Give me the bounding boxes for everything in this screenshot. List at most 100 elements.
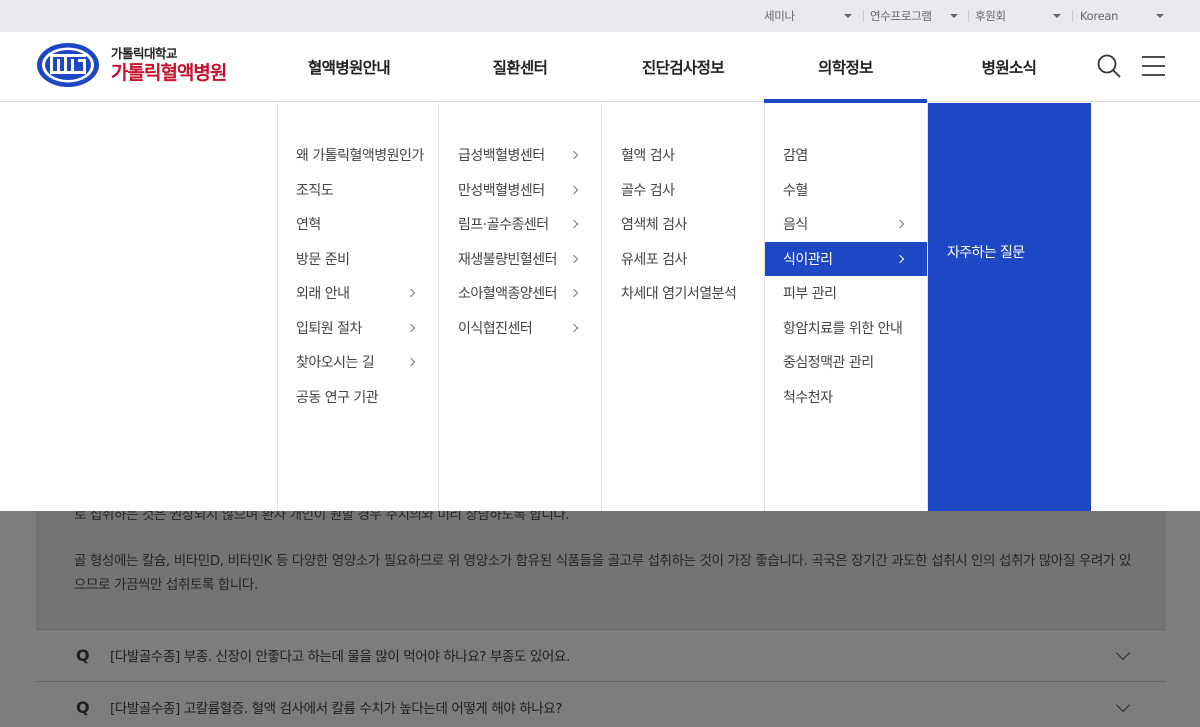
- menu-item[interactable]: 급성백혈병센터: [440, 138, 601, 173]
- faq-item[interactable]: Q [다발골수종] 고칼륨혈증. 혈액 검사에서 칼륨 수치가 높다는데 어떻게…: [36, 681, 1166, 727]
- menu-item[interactable]: 차세대 염기서열분석: [603, 276, 764, 311]
- menu-item-label: 척수천자: [783, 389, 833, 406]
- menu-item[interactable]: 식이관리: [765, 241, 927, 276]
- menu-column-hospital-info: 왜 가톨릭혈액병원인가조직도연혁방문 준비외래 안내입퇴원 절차찾아오시는 길공…: [277, 103, 439, 511]
- menu-item[interactable]: 연혁: [278, 207, 438, 242]
- menu-item-label: 외래 안내: [296, 286, 350, 303]
- utility-bar: 세미나 연수프로그램 후원회 Korean: [0, 0, 1200, 32]
- mega-menu: 왜 가톨릭혈액병원인가조직도연혁방문 준비외래 안내입퇴원 절차찾아오시는 길공…: [0, 103, 1200, 511]
- seminar-select[interactable]: 세미나: [764, 0, 858, 32]
- gnb-disease-center[interactable]: 질환센터: [465, 32, 575, 102]
- menu-item[interactable]: 림프·골수종센터: [440, 207, 601, 242]
- menu-item[interactable]: 왜 가톨릭혈액병원인가: [278, 138, 438, 173]
- chevron-right-icon: [569, 254, 579, 263]
- submenu-panel: 자주하는 질문: [928, 103, 1091, 511]
- emblem-icon: [36, 42, 100, 88]
- chevron-right-icon: [569, 219, 579, 229]
- chevron-right-icon: [895, 254, 905, 263]
- menu-item[interactable]: 피부 관리: [765, 276, 927, 311]
- menu-item-label: 입퇴원 절차: [296, 320, 362, 337]
- menu-item[interactable]: 척수천자: [765, 380, 927, 415]
- faq-answer: 로 섭취하는 것은 권장되지 않으며 환자 개인이 원할 경우 주치의와 미리 …: [36, 507, 1166, 629]
- menu-icon[interactable]: [1140, 52, 1168, 80]
- menu-item-label: 중심정맥관 관리: [783, 355, 874, 372]
- menu-item[interactable]: 음식: [765, 207, 927, 242]
- menu-item-label: 찾아오시는 길: [296, 355, 375, 372]
- menu-item[interactable]: 재생불량빈혈센터: [440, 242, 601, 277]
- faq-question: [다발골수종] 부종. 신장이 안좋다고 하는데 물을 많이 먹어야 하나요? …: [110, 649, 570, 665]
- menu-item-label: 수혈: [783, 182, 808, 199]
- menu-item-label: 항암치료를 위한 안내: [783, 320, 903, 337]
- menu-item[interactable]: 염색체 검사: [603, 207, 764, 242]
- menu-item-label: 유세포 검사: [621, 251, 687, 268]
- gnb-hospital-info[interactable]: 혈액병원안내: [294, 32, 404, 102]
- faq-question: [다발골수종] 고칼륨혈증. 혈액 검사에서 칼륨 수치가 높다는데 어떻게 해…: [110, 701, 563, 717]
- hospital-logo[interactable]: 가톨릭대학교 가톨릭혈액병원: [36, 42, 227, 88]
- menu-item[interactable]: 입퇴원 절차: [278, 311, 438, 346]
- menu-item-label: 재생불량빈혈센터: [458, 251, 558, 268]
- menu-item-label: 이식협진센터: [458, 320, 533, 337]
- gnb-diagnostic-info[interactable]: 진단검사정보: [628, 32, 738, 102]
- menu-item[interactable]: 혈액 검사: [603, 138, 764, 173]
- menu-item[interactable]: 방문 준비: [278, 242, 438, 277]
- menu-item[interactable]: 골수 검사: [603, 173, 764, 208]
- training-select[interactable]: 연수프로그램: [870, 0, 964, 32]
- menu-item[interactable]: 공동 연구 기관: [278, 380, 438, 415]
- seminar-label: 세미나: [764, 9, 795, 23]
- menu-item[interactable]: 항암치료를 위한 안내: [765, 311, 927, 346]
- chevron-down-icon: [1115, 645, 1131, 661]
- chevron-right-icon: [569, 185, 579, 194]
- menu-item-label: 소아혈액종양센터: [458, 286, 558, 303]
- menu-item[interactable]: 감염: [765, 138, 927, 173]
- training-label: 연수프로그램: [870, 9, 932, 23]
- menu-item[interactable]: 유세포 검사: [603, 242, 764, 277]
- caret-down-icon: [1156, 14, 1164, 18]
- menu-item-label: 염색체 검사: [621, 217, 687, 234]
- menu-item-label: 조직도: [296, 182, 334, 199]
- language-select[interactable]: Korean: [1080, 0, 1170, 32]
- sponsor-select[interactable]: 후원회: [975, 0, 1067, 32]
- menu-item-label: 음식: [783, 217, 808, 234]
- menu-item-label: 왜 가톨릭혈액병원인가: [296, 148, 424, 165]
- chevron-right-icon: [406, 288, 416, 298]
- menu-item[interactable]: 소아혈액종양센터: [440, 276, 601, 311]
- menu-item[interactable]: 이식협진센터: [440, 311, 601, 346]
- chevron-right-icon: [895, 219, 905, 229]
- menu-item[interactable]: 수혈: [765, 173, 927, 208]
- menu-item[interactable]: 외래 안내: [278, 276, 438, 311]
- menu-item[interactable]: 조직도: [278, 173, 438, 208]
- question-mark: Q: [76, 645, 90, 665]
- menu-column-medical-info: 감염수혈음식식이관리피부 관리항암치료를 위한 안내중심정맥관 관리척수천자: [765, 103, 928, 511]
- menu-item[interactable]: 중심정맥관 관리: [765, 345, 927, 380]
- menu-item-label: 혈액 검사: [621, 148, 675, 165]
- menu-item-label: 연혁: [296, 217, 321, 234]
- answer-text: 골 형성에는 칼슘, 비타민D, 비타민K 등 다양한 영양소가 필요하므로 위…: [74, 553, 1131, 593]
- menu-item-label: 피부 관리: [783, 286, 837, 303]
- faq-item[interactable]: Q [다발골수종] 부종. 신장이 안좋다고 하는데 물을 많이 먹어야 하나요…: [36, 629, 1166, 680]
- divider: [863, 10, 864, 22]
- menu-item-label: 림프·골수종센터: [458, 217, 549, 234]
- menu-column-disease-center: 급성백혈병센터만성백혈병센터림프·골수종센터재생불량빈혈센터소아혈액종양센터이식…: [440, 103, 602, 511]
- question-mark: Q: [76, 697, 90, 717]
- chevron-right-icon: [406, 323, 416, 332]
- divider: [1072, 10, 1073, 22]
- menu-item-label: 식이관리: [783, 251, 833, 268]
- menu-item-label: 급성백혈병센터: [458, 148, 545, 165]
- caret-down-icon: [950, 14, 958, 18]
- caret-down-icon: [1053, 14, 1061, 18]
- menu-item[interactable]: 찾아오시는 길: [278, 345, 438, 380]
- sponsor-label: 후원회: [975, 9, 1006, 23]
- search-icon[interactable]: [1095, 52, 1123, 80]
- gnb-medical-info[interactable]: 의학정보: [764, 32, 927, 103]
- submenu-item-faq[interactable]: 자주하는 질문: [928, 235, 1091, 269]
- site-header: 가톨릭대학교 가톨릭혈액병원 혈액병원안내 질환센터 진단검사정보 의학정보 병…: [0, 32, 1200, 103]
- university-name: 가톨릭대학교: [111, 46, 178, 61]
- menu-item-label: 골수 검사: [621, 182, 675, 199]
- chevron-right-icon: [569, 288, 579, 298]
- gnb-hospital-news[interactable]: 병원소식: [954, 32, 1064, 102]
- language-label: Korean: [1080, 9, 1119, 23]
- caret-down-icon: [844, 14, 852, 18]
- chevron-right-icon: [569, 323, 579, 332]
- menu-item-label: 감염: [783, 148, 808, 165]
- menu-item[interactable]: 만성백혈병센터: [440, 173, 601, 208]
